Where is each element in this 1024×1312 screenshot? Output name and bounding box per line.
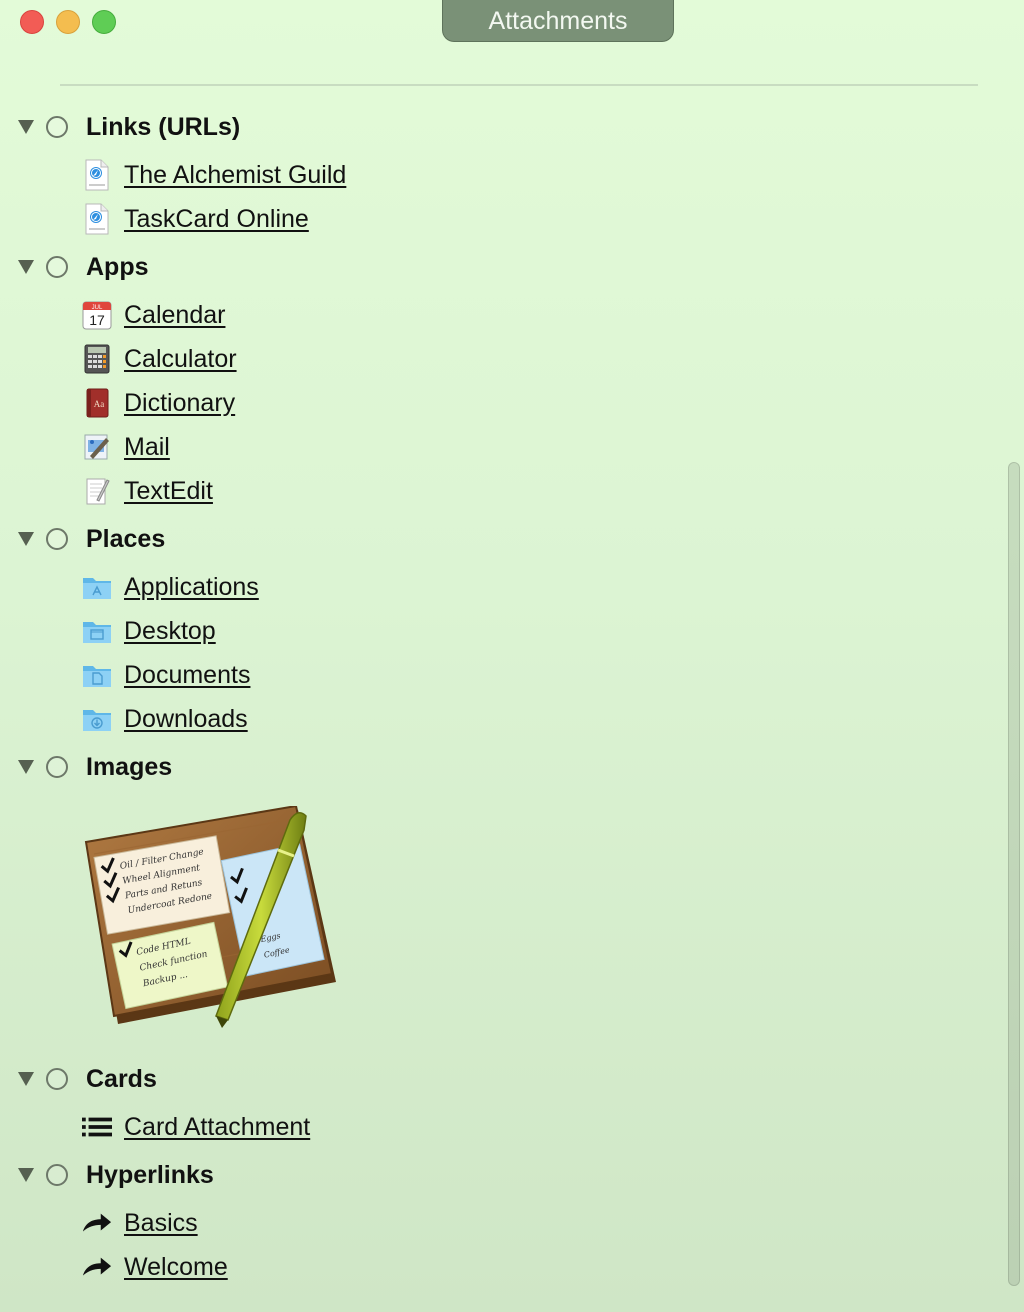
minimize-window-button[interactable] <box>56 10 80 34</box>
section-radio-links[interactable] <box>46 116 68 138</box>
link-label[interactable]: The Alchemist Guild <box>124 161 346 190</box>
section-title-images: Images <box>86 752 173 781</box>
card-item-card-attachment[interactable]: Card Attachment <box>82 1107 310 1147</box>
mail-icon <box>82 431 112 463</box>
hyperlink-arrow-icon <box>82 1251 112 1283</box>
section-places: Places <box>18 519 165 559</box>
place-item-downloads[interactable]: Downloads <box>82 699 248 739</box>
vertical-scrollbar[interactable] <box>1008 462 1020 1286</box>
textedit-icon <box>82 475 112 507</box>
disclosure-triangle-icon[interactable] <box>18 259 34 275</box>
disclosure-triangle-icon[interactable] <box>18 759 34 775</box>
calendar-day-text: 17 <box>89 312 105 328</box>
section-radio-images[interactable] <box>46 756 68 778</box>
app-label[interactable]: Mail <box>124 433 170 462</box>
place-label[interactable]: Applications <box>124 573 259 602</box>
hyperlink-label[interactable]: Welcome <box>124 1253 228 1282</box>
place-label[interactable]: Downloads <box>124 705 248 734</box>
app-label[interactable]: Calendar <box>124 301 225 330</box>
dictionary-icon: Aa <box>82 387 112 419</box>
zoom-window-button[interactable] <box>92 10 116 34</box>
section-apps: Apps <box>18 247 149 287</box>
app-label[interactable]: Dictionary <box>124 389 235 418</box>
section-hyperlinks: Hyperlinks <box>18 1155 214 1195</box>
link-label[interactable]: TaskCard Online <box>124 205 309 234</box>
section-title-links: Links (URLs) <box>86 112 241 141</box>
hyperlink-arrow-icon <box>82 1207 112 1239</box>
hyperlink-item-basics[interactable]: Basics <box>82 1203 198 1243</box>
section-radio-places[interactable] <box>46 528 68 550</box>
disclosure-triangle-icon[interactable] <box>18 1071 34 1087</box>
window-title: Attachments <box>442 0 674 42</box>
hyperlink-item-welcome[interactable]: Welcome <box>82 1247 228 1287</box>
app-label[interactable]: Calculator <box>124 345 237 374</box>
disclosure-triangle-icon[interactable] <box>18 531 34 547</box>
disclosure-triangle-icon[interactable] <box>18 1167 34 1183</box>
close-window-button[interactable] <box>20 10 44 34</box>
section-title-hyperlinks: Hyperlinks <box>86 1160 214 1189</box>
link-item-taskcard-online[interactable]: TaskCard Online <box>82 199 309 239</box>
documents-folder-icon <box>82 659 112 691</box>
section-title-places: Places <box>86 524 166 553</box>
place-item-desktop[interactable]: Desktop <box>82 611 216 651</box>
applications-folder-icon <box>82 571 112 603</box>
app-item-mail[interactable]: Mail <box>82 427 170 467</box>
section-title-apps: Apps <box>86 252 149 281</box>
section-links: Links (URLs) <box>18 107 240 147</box>
list-icon <box>82 1111 112 1143</box>
downloads-folder-icon <box>82 703 112 735</box>
svg-text:Aa: Aa <box>94 399 105 409</box>
webloc-file-icon <box>82 203 112 235</box>
section-title-cards: Cards <box>86 1064 157 1093</box>
place-label[interactable]: Desktop <box>124 617 216 646</box>
app-item-dictionary[interactable]: Aa Dictionary <box>82 383 235 423</box>
app-item-calculator[interactable]: Calculator <box>82 339 237 379</box>
link-item-alchemist-guild[interactable]: The Alchemist Guild <box>82 155 346 195</box>
disclosure-triangle-icon[interactable] <box>18 119 34 135</box>
app-item-textedit[interactable]: TextEdit <box>82 471 213 511</box>
place-item-applications[interactable]: Applications <box>82 567 259 607</box>
section-cards: Cards <box>18 1059 157 1099</box>
desktop-folder-icon <box>82 615 112 647</box>
place-item-documents[interactable]: Documents <box>82 655 250 695</box>
section-radio-apps[interactable] <box>46 256 68 278</box>
app-label[interactable]: TextEdit <box>124 477 213 506</box>
calendar-month-text: JUL <box>92 305 103 311</box>
section-radio-cards[interactable] <box>46 1068 68 1090</box>
image-attachment-taskcard-icon[interactable]: Oil / Filter Change Wheel Alignment Part… <box>82 804 340 1030</box>
calculator-icon <box>82 343 112 375</box>
section-radio-hyperlinks[interactable] <box>46 1164 68 1186</box>
hyperlink-label[interactable]: Basics <box>124 1209 198 1238</box>
app-item-calendar[interactable]: JUL 17 Calendar <box>82 295 225 335</box>
card-label[interactable]: Card Attachment <box>124 1113 310 1142</box>
place-label[interactable]: Documents <box>124 661 250 690</box>
webloc-file-icon <box>82 159 112 191</box>
calendar-icon: JUL 17 <box>82 299 112 331</box>
header-divider <box>60 84 978 86</box>
section-images: Images <box>18 747 172 787</box>
